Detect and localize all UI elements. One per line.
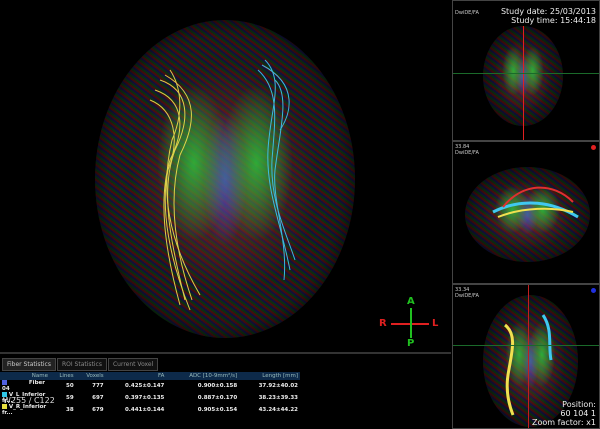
adc: 0.900±0.158 — [197, 383, 238, 389]
table-row[interactable]: V_R_Inferior fr... 38 679 0.441±0.144 0.… — [0, 404, 300, 416]
voxels: 679 — [92, 407, 104, 413]
lines: 38 — [66, 407, 74, 413]
color-swatch — [2, 380, 7, 385]
crosshair-vertical — [523, 26, 524, 140]
orientation-posterior: P — [407, 338, 415, 349]
fa: 0.441±0.144 — [124, 407, 165, 413]
voxels: 697 — [92, 395, 104, 401]
zoom-factor: Zoom factor: x1 — [532, 418, 596, 427]
crosshair-horizontal — [453, 73, 599, 74]
voxels: 777 — [92, 383, 104, 389]
adc: 0.905±0.154 — [197, 407, 238, 413]
header-fa[interactable]: FA — [105, 372, 167, 380]
fa: 0.425±0.147 — [124, 383, 165, 389]
axial-thumbnail-view[interactable]: 33.34 DwiDE/FA Position: 60 104 1 Zoom f… — [452, 284, 600, 429]
orientation-cross-vertical — [410, 308, 412, 338]
header-length[interactable]: Length [mm] — [239, 372, 300, 380]
sagittal-fibers — [492, 186, 579, 219]
main-axial-view[interactable]: A P R L — [0, 0, 451, 352]
crosshair-horizontal — [453, 345, 599, 346]
statistics-panel: Fiber Statistics ROI Statistics Current … — [0, 352, 451, 429]
fa: 0.397±0.135 — [124, 395, 165, 401]
table-row[interactable]: Fiber 04 50 777 0.425±0.147 0.900±0.158 … — [0, 380, 300, 392]
length: 37.92±40.02 — [258, 383, 298, 389]
tab-roi-statistics[interactable]: ROI Statistics — [56, 358, 107, 371]
window-level-readout: W255 / C122 — [3, 396, 55, 405]
lines: 50 — [66, 383, 74, 389]
header-lines[interactable]: Lines — [50, 372, 76, 380]
table-header: Name Lines Voxels FA ADC [10-9mm²/s] Len… — [0, 372, 300, 380]
fiber-name: Fiber 04 — [2, 380, 45, 392]
fiber-tracts — [149, 59, 296, 311]
header-adc[interactable]: ADC [10-9mm²/s] — [166, 372, 240, 380]
length: 38.23±39.33 — [258, 395, 298, 401]
tab-current-voxel[interactable]: Current Voxel — [107, 358, 159, 371]
header-voxels[interactable]: Voxels — [75, 372, 106, 380]
orientation-anterior: A — [407, 296, 415, 307]
fiber-name: V_R_Inferior fr... — [2, 404, 47, 416]
adc: 0.887±0.170 — [197, 395, 238, 401]
coronal-view[interactable]: DwiDE/FA Study date: 25/03/2013 Study ti… — [452, 0, 600, 141]
fiber-statistics-table: Name Lines Voxels FA ADC [10-9mm²/s] Len… — [0, 372, 300, 416]
length: 43.24±44.22 — [258, 407, 298, 413]
orientation-right: R — [379, 318, 387, 329]
sagittal-view[interactable]: 33.84 DwiDE/FA — [452, 141, 600, 284]
orientation-left: L — [432, 318, 439, 329]
crosshair-vertical — [528, 285, 529, 428]
study-time: Study time: 15:44:18 — [511, 16, 596, 25]
view-label: DwiDE/FA — [455, 10, 479, 16]
header-name[interactable]: Name — [0, 372, 50, 380]
tab-fiber-statistics[interactable]: Fiber Statistics — [2, 358, 56, 371]
